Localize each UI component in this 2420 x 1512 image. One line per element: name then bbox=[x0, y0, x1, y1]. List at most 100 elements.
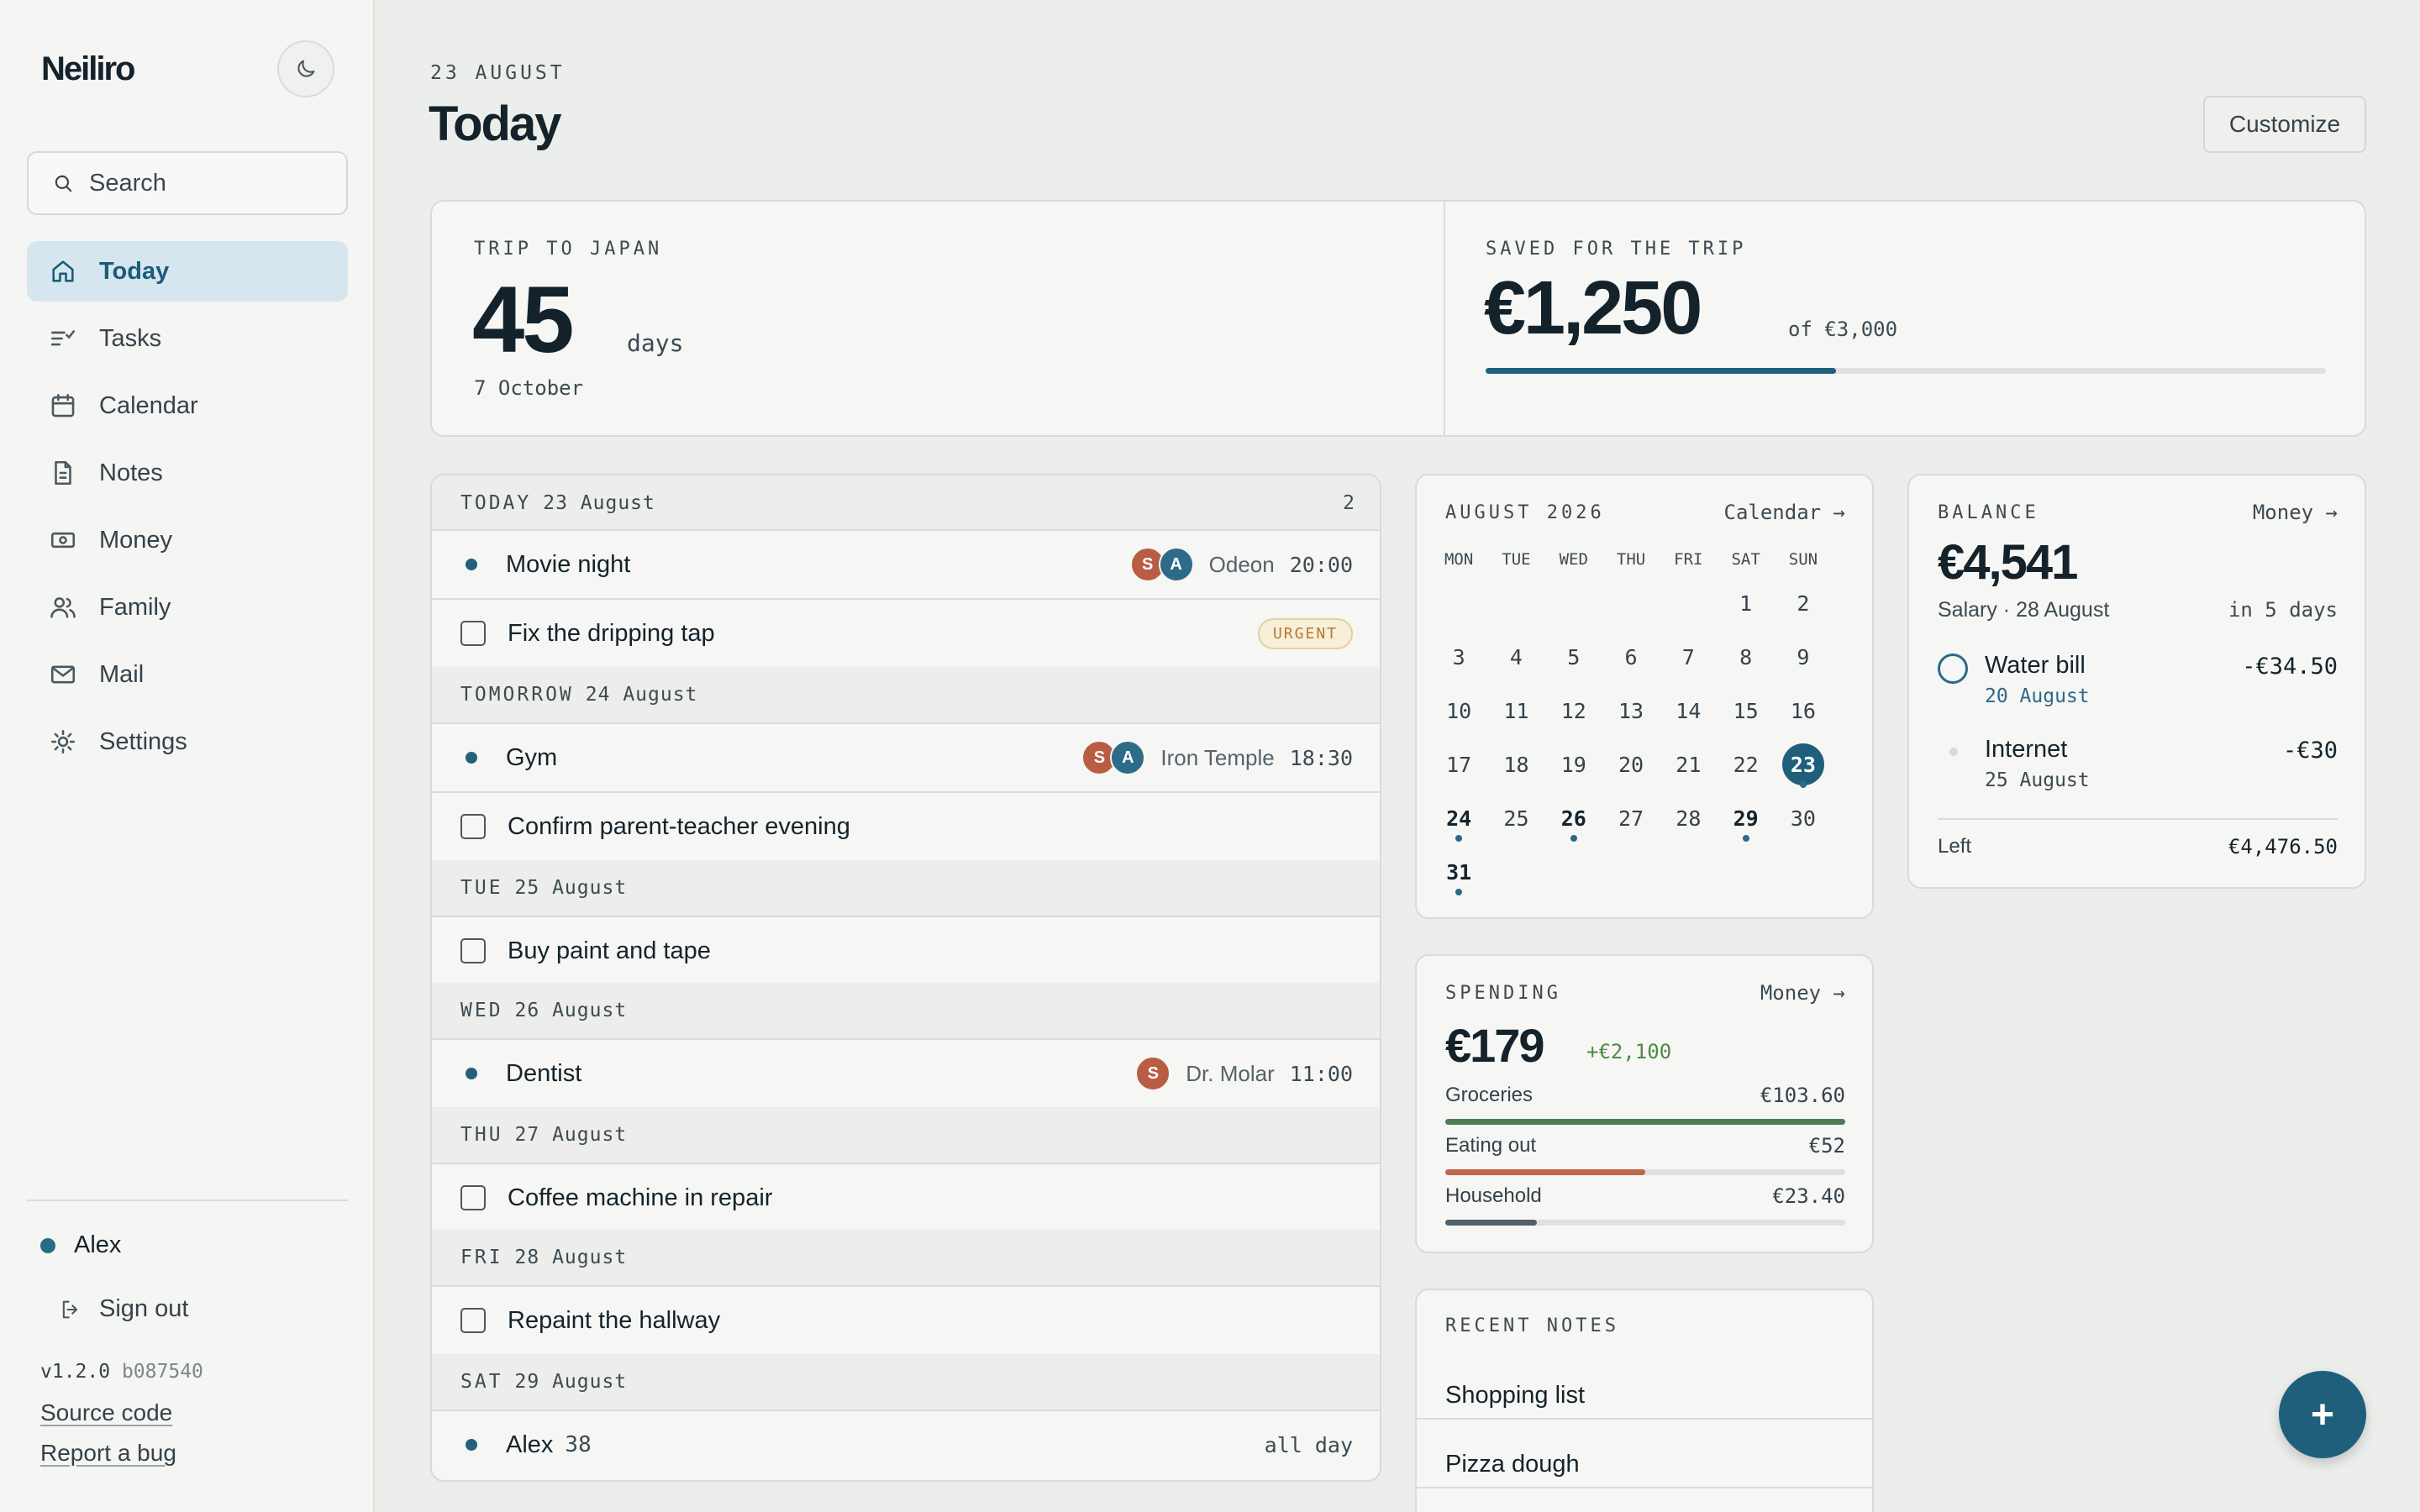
task-checkbox[interactable] bbox=[460, 1185, 486, 1210]
agenda-day-header: WED 26 August bbox=[432, 983, 1380, 1038]
tasks-icon bbox=[50, 330, 76, 346]
calendar-day-number: 9 bbox=[1797, 644, 1810, 669]
spending-category: Household €23.40 bbox=[1445, 1184, 1845, 1235]
bill-item[interactable]: Water bill 20 August -€34.50 bbox=[1938, 648, 2338, 707]
weekday-label: SAT bbox=[1731, 550, 1760, 569]
agenda-task-row[interactable]: Repaint the hallway bbox=[432, 1287, 1380, 1354]
calendar-day[interactable]: 11 bbox=[1487, 684, 1544, 738]
calendar-day[interactable]: 7 bbox=[1660, 630, 1717, 684]
calendar-day[interactable]: 26 bbox=[1545, 791, 1602, 845]
category-label: Eating out bbox=[1445, 1134, 1537, 1157]
calendar-day[interactable]: 25 bbox=[1487, 791, 1544, 845]
calendar-day[interactable]: 14 bbox=[1660, 684, 1717, 738]
sidebar-item-label: Today bbox=[99, 257, 170, 285]
category-bar bbox=[1445, 1169, 1845, 1175]
calendar-day[interactable]: 23 bbox=[1775, 738, 1832, 791]
calendar-day[interactable]: 6 bbox=[1602, 630, 1660, 684]
calendar-day-number: 20 bbox=[1618, 752, 1644, 777]
calendar-day[interactable]: 29 bbox=[1717, 791, 1774, 845]
category-value: €23.40 bbox=[1772, 1184, 1845, 1208]
calendar-day[interactable]: 13 bbox=[1602, 684, 1660, 738]
calendar-link[interactable]: Calendar → bbox=[1724, 501, 1846, 524]
sidebar-item-settings[interactable]: Settings bbox=[27, 711, 348, 772]
calendar-day[interactable]: 8 bbox=[1717, 630, 1774, 684]
sidebar-item-label: Notes bbox=[99, 459, 163, 486]
event-bullet bbox=[466, 752, 477, 764]
calendar-day[interactable]: 17 bbox=[1430, 738, 1487, 791]
calendar-day[interactable]: 3 bbox=[1430, 630, 1487, 684]
search-box[interactable] bbox=[27, 151, 348, 215]
sidebar-item-notes[interactable]: Notes bbox=[27, 443, 348, 503]
calendar-day[interactable]: 16 bbox=[1775, 684, 1832, 738]
agenda-task-row[interactable]: Coffee machine in repair bbox=[432, 1164, 1380, 1231]
money-link[interactable]: Money → bbox=[1760, 981, 1845, 1005]
participants: S A bbox=[1081, 740, 1146, 775]
calendar-day[interactable]: 19 bbox=[1545, 738, 1602, 791]
theme-toggle-button[interactable] bbox=[277, 40, 334, 97]
calendar-day-number: 15 bbox=[1733, 698, 1759, 723]
task-checkbox[interactable] bbox=[460, 814, 486, 839]
calendar-day[interactable]: 10 bbox=[1430, 684, 1487, 738]
calendar-day[interactable]: 1 bbox=[1717, 576, 1774, 630]
category-bar-fill bbox=[1445, 1169, 1645, 1175]
note-divider bbox=[1417, 1487, 1872, 1488]
calendar-day[interactable]: 2 bbox=[1775, 576, 1832, 630]
agenda-event-row[interactable]: Dentist S Dr. Molar 11:00 bbox=[432, 1040, 1380, 1107]
task-checkbox[interactable] bbox=[460, 938, 486, 963]
calendar-day[interactable]: 4 bbox=[1487, 630, 1544, 684]
calendar-day[interactable]: 15 bbox=[1717, 684, 1774, 738]
customize-button[interactable]: Customize bbox=[2203, 96, 2366, 153]
calendar-day[interactable]: 24 bbox=[1430, 791, 1487, 845]
sidebar-item-mail[interactable]: Mail bbox=[27, 644, 348, 705]
money-link[interactable]: Money → bbox=[2253, 501, 2338, 524]
calendar-day[interactable]: 12 bbox=[1545, 684, 1602, 738]
calendar-day[interactable]: 21 bbox=[1660, 738, 1717, 791]
agenda-task-row[interactable]: Buy paint and tape bbox=[432, 917, 1380, 984]
task-checkbox[interactable] bbox=[460, 1308, 486, 1333]
add-button[interactable]: + bbox=[2279, 1371, 2366, 1458]
calendar-day[interactable]: 18 bbox=[1487, 738, 1544, 791]
calendar-grid: MON TUE WED THU FRI SAT SUN 1 2 3 4 5 6 7 8 9 10 11 12 13 14… bbox=[1430, 543, 1860, 899]
calendar-day[interactable]: 5 bbox=[1545, 630, 1602, 684]
calendar-day[interactable]: 30 bbox=[1775, 791, 1832, 845]
sign-out-button[interactable]: Sign out bbox=[59, 1295, 188, 1323]
task-checkbox[interactable] bbox=[460, 621, 486, 646]
calendar-day-number: 23 bbox=[1781, 743, 1824, 785]
agenda-event-row[interactable]: Gym S A Iron Temple 18:30 bbox=[432, 724, 1380, 791]
money-icon bbox=[50, 532, 76, 549]
app-logo[interactable]: Neiliro bbox=[41, 50, 135, 88]
spending-title: SPENDING bbox=[1445, 982, 1561, 1004]
participants: S bbox=[1135, 1056, 1171, 1091]
sidebar-item-today[interactable]: Today bbox=[27, 241, 348, 302]
agenda-event-row[interactable]: Alex 38 all day bbox=[432, 1411, 1380, 1478]
calendar-day[interactable]: 20 bbox=[1602, 738, 1660, 791]
spending-category: Eating out €52 bbox=[1445, 1134, 1845, 1184]
sidebar-item-money[interactable]: Money bbox=[27, 510, 348, 570]
source-code-link[interactable]: Source code bbox=[40, 1399, 172, 1426]
event-title: Alex bbox=[506, 1431, 554, 1458]
calendar-day[interactable]: 22 bbox=[1717, 738, 1774, 791]
category-value: €52 bbox=[1808, 1134, 1845, 1158]
bill-item[interactable]: Internet 25 August -€30 bbox=[1938, 732, 2338, 791]
agenda-event-row[interactable]: Movie night S A Odeon 20:00 bbox=[432, 531, 1380, 598]
home-icon bbox=[52, 260, 74, 282]
calendar-day[interactable]: 28 bbox=[1660, 791, 1717, 845]
agenda-task-row[interactable]: Fix the dripping tap URGENT bbox=[432, 600, 1380, 667]
day-label: TODAY bbox=[460, 492, 532, 514]
report-bug-link[interactable]: Report a bug bbox=[40, 1440, 176, 1467]
sidebar-item-family[interactable]: Family bbox=[27, 577, 348, 638]
trip-title: TRIP TO JAPAN bbox=[474, 239, 663, 260]
search-input[interactable] bbox=[89, 169, 341, 197]
calendar-day[interactable]: 31 bbox=[1430, 845, 1487, 899]
calendar-week: 10 11 12 13 14 15 16 bbox=[1430, 684, 1860, 738]
agenda-task-row[interactable]: Confirm parent-teacher evening bbox=[432, 793, 1380, 860]
sidebar-item-tasks[interactable]: Tasks bbox=[27, 308, 348, 369]
calendar-day[interactable]: 9 bbox=[1775, 630, 1832, 684]
agenda-card: TODAY 23 August 2 Movie night S A Odeon … bbox=[430, 474, 1381, 1482]
day-count: 2 bbox=[1343, 492, 1355, 514]
calendar-day[interactable]: 27 bbox=[1602, 791, 1660, 845]
bill-pay-toggle[interactable] bbox=[1938, 654, 1968, 684]
sidebar-item-calendar[interactable]: Calendar bbox=[27, 375, 348, 436]
calendar-day-number: 21 bbox=[1676, 752, 1702, 777]
sidebar-item-label: Calendar bbox=[99, 391, 198, 419]
